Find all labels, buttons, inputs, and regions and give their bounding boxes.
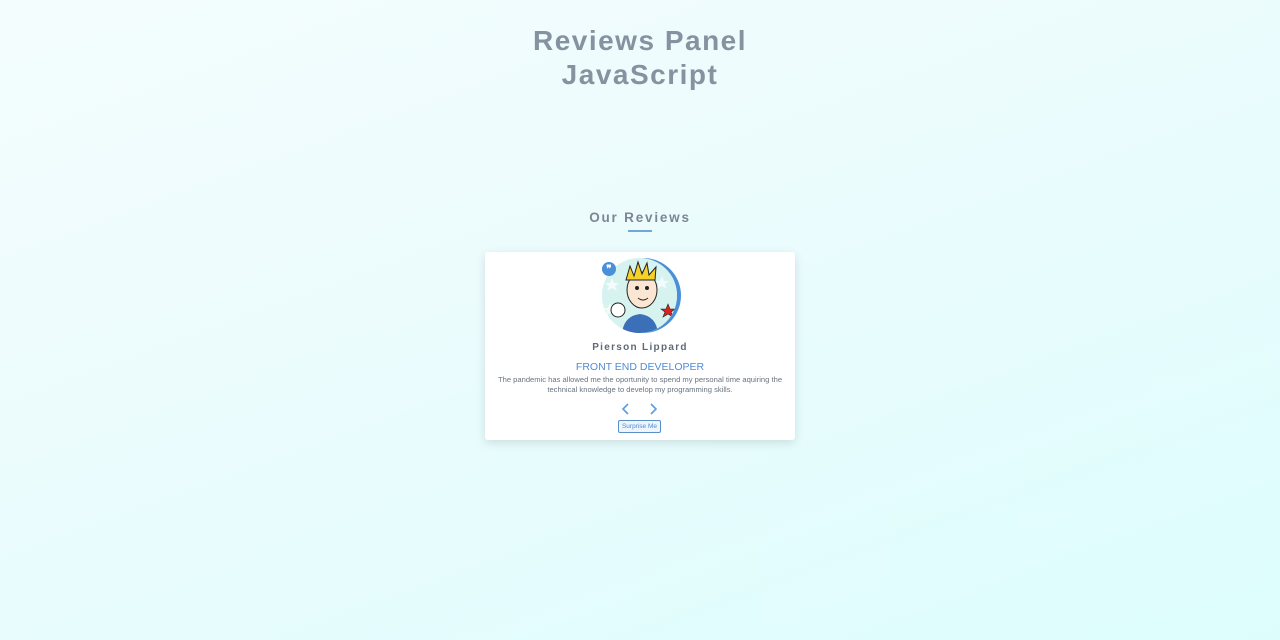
quote-icon: ❞ (602, 262, 616, 276)
prev-button[interactable] (619, 402, 633, 416)
page-title: Reviews Panel JavaScript (0, 24, 1280, 92)
review-job: Front End Developer (575, 361, 705, 373)
section-title-underline (628, 230, 652, 232)
review-author: Pierson Lippard (592, 342, 688, 353)
surprise-me-button[interactable]: Surprise Me (618, 420, 661, 433)
page-title-line2: JavaScript (561, 59, 719, 90)
section-title: Our Reviews (589, 210, 691, 225)
chevron-right-icon (650, 403, 658, 415)
chevron-left-icon (621, 403, 629, 415)
review-text: The pandemic has allowed me the oportuni… (497, 375, 783, 394)
page-title-line1: Reviews Panel (532, 25, 748, 56)
avatar-container: ❞ (602, 258, 681, 335)
next-button[interactable] (646, 402, 660, 416)
review-card: ❞ Pierson Lippard Front End Developer Th… (485, 252, 795, 440)
